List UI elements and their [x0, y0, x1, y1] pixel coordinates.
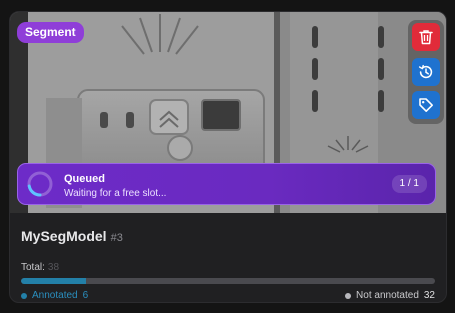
delete-button[interactable]	[412, 23, 440, 51]
model-card[interactable]: Segment Queued Waiting for a free slot..…	[9, 11, 447, 303]
annotation-progress-bar	[21, 278, 435, 284]
total-value: 38	[47, 262, 60, 273]
history-icon	[418, 64, 433, 79]
not-annotated-count: 32	[423, 290, 435, 301]
model-name: MySegModel	[21, 228, 107, 244]
annotated-label: Annotated	[32, 290, 78, 301]
model-number: #3	[110, 232, 123, 244]
queue-status-message: Waiting for a free slot...	[64, 188, 167, 199]
annotated-dot	[21, 293, 27, 299]
queue-status-title: Queued	[64, 173, 105, 185]
not-annotated-dot	[345, 293, 352, 299]
history-button[interactable]	[412, 58, 440, 86]
queue-position-badge: 1 / 1	[391, 175, 427, 193]
annotated-legend: Annotated 6	[21, 290, 88, 302]
annotation-progress-fill	[21, 278, 87, 284]
queue-status-banner: Queued Waiting for a free slot... 1 / 1	[17, 163, 436, 205]
loading-spinner-icon	[27, 171, 53, 197]
not-annotated-label: Not annotated	[356, 290, 419, 301]
action-toolbar	[408, 20, 444, 124]
total-label: Total:	[21, 262, 45, 273]
tag-icon	[419, 98, 433, 112]
type-badge: Segment	[17, 22, 84, 43]
annotated-count: 6	[82, 290, 89, 301]
tag-button[interactable]	[412, 91, 440, 119]
total-row: Total: 38	[21, 262, 59, 274]
model-title: MySegModel #3	[21, 228, 123, 246]
not-annotated-legend: Not annotated 32	[345, 290, 435, 302]
trash-icon	[419, 30, 433, 45]
